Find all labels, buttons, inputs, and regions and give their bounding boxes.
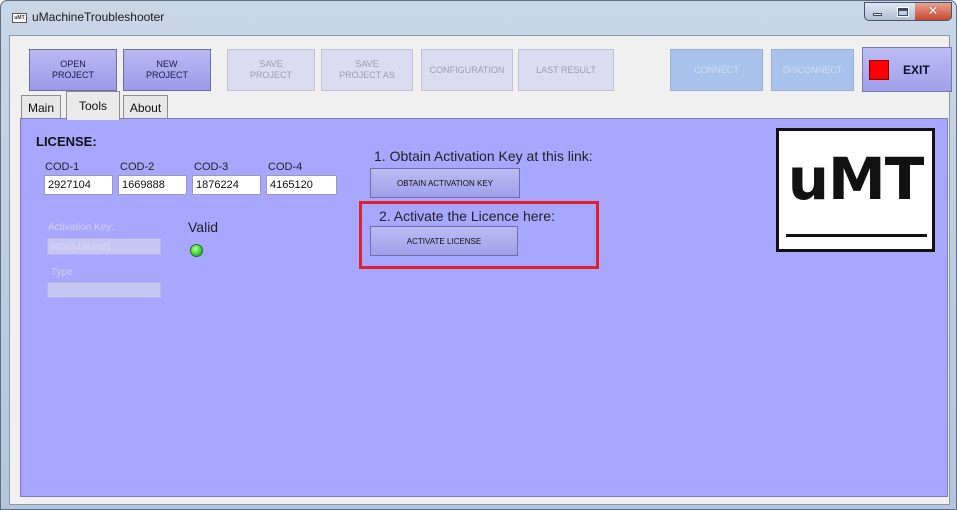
close-icon: ✕ [927,4,939,19]
maximize-icon [896,6,909,17]
save-project-button[interactable]: SAVE PROJECT [227,49,315,91]
cod-2-label: COD-2 [120,161,155,173]
tab-about[interactable]: About [123,95,168,119]
license-title: LICENSE: [36,134,97,149]
cod-1-field[interactable]: 2927104 [44,175,113,195]
open-project-button[interactable]: OPEN PROJECT [29,49,117,91]
configuration-button[interactable]: CONFIGURATION [421,49,513,91]
valid-indicator-icon [190,244,203,257]
minimize-icon [873,13,882,16]
client-area: OPEN PROJECT NEW PROJECT SAVE PROJECT SA… [9,35,952,505]
new-project-button[interactable]: NEW PROJECT [123,49,211,91]
logo-text: uMT [787,145,925,213]
save-project-as-button[interactable]: SAVE PROJECT AS [321,49,413,91]
cod-4-label: COD-4 [268,161,303,173]
step2-instruction: 2. Activate the Licence here: [379,208,555,224]
window-title: uMachineTroubleshooter [32,10,165,24]
connect-button[interactable]: CONNECT [670,49,763,91]
app-icon: uMT [12,13,27,23]
exit-button[interactable]: EXIT [862,47,952,92]
logo-underline [786,234,927,237]
activation-key-field[interactable]: 960654954921 [47,238,161,255]
maximize-button[interactable] [890,2,916,21]
cod-1-label: COD-1 [45,161,80,173]
tab-tools[interactable]: Tools [66,91,120,120]
disconnect-button[interactable]: DISCONNECT [771,49,854,91]
title-bar[interactable]: uMT uMachineTroubleshooter ✕ [1,1,956,35]
close-button[interactable]: ✕ [915,2,952,21]
tab-main[interactable]: Main [21,95,61,119]
umt-logo: uMT [776,128,935,252]
activate-license-button[interactable]: ACTIVATE LICENSE [370,226,518,256]
minimize-button[interactable] [864,2,891,21]
type-label: Type [51,267,73,278]
obtain-activation-key-button[interactable]: OBTAIN ACTIVATION KEY [370,168,520,198]
valid-status-label: Valid [188,219,219,235]
activation-key-label: Activation Key: [48,222,115,233]
exit-indicator-icon [869,59,889,80]
type-field[interactable] [47,282,161,298]
cod-4-field[interactable]: 4165120 [266,175,337,195]
cod-2-field[interactable]: 1669888 [118,175,187,195]
cod-3-field[interactable]: 1876224 [192,175,261,195]
cod-3-label: COD-3 [194,161,229,173]
last-result-button[interactable]: LAST RESULT [518,49,614,91]
exit-label: EXIT [903,62,930,77]
step1-instruction: 1. Obtain Activation Key at this link: [374,148,593,164]
